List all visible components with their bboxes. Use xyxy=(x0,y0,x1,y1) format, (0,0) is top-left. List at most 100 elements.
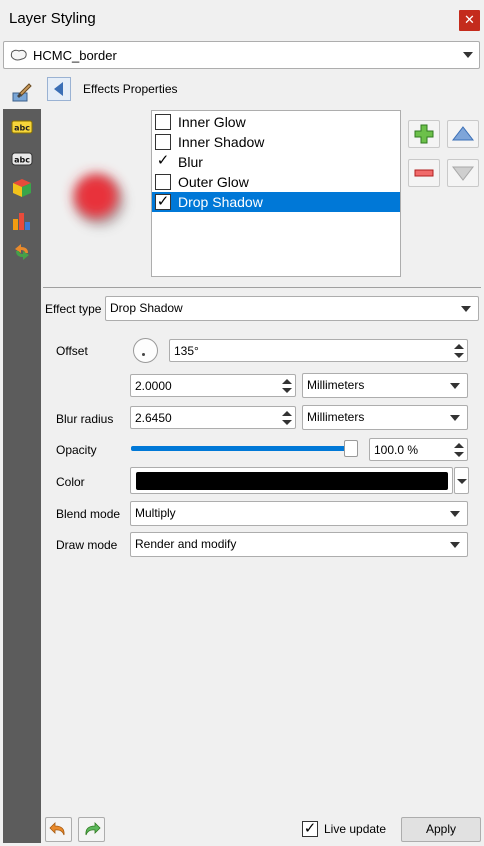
back-button[interactable] xyxy=(47,77,71,101)
chevron-down-icon xyxy=(450,511,460,517)
color-label: Color xyxy=(56,475,85,489)
spin-up-icon[interactable] xyxy=(282,411,292,416)
title-bar: Layer Styling ✕ xyxy=(0,0,484,38)
sidebar-item-diagrams[interactable] xyxy=(3,207,41,233)
layer-select[interactable]: HCMC_border xyxy=(3,41,480,69)
undo-icon xyxy=(49,822,65,836)
opacity-value: 100.0 % xyxy=(374,443,419,457)
redo-button[interactable] xyxy=(78,817,105,842)
live-update-label: Live update xyxy=(324,822,387,836)
spin-down-icon[interactable] xyxy=(282,420,292,425)
diagram-icon xyxy=(13,213,30,230)
color-button[interactable] xyxy=(130,467,453,494)
offset-distance-value: 2.0000 xyxy=(135,379,172,393)
move-down-button[interactable] xyxy=(447,159,479,187)
symbology-brush-icon xyxy=(12,83,32,102)
chevron-down-icon xyxy=(450,383,460,389)
effect-checkbox[interactable] xyxy=(155,114,171,130)
blend-mode-select[interactable]: Multiply xyxy=(130,501,468,526)
section-divider xyxy=(43,287,481,288)
effect-checkbox[interactable]: ✓ xyxy=(155,153,171,170)
chevron-down-icon xyxy=(461,306,471,312)
effect-checkbox[interactable]: ✓ xyxy=(155,194,171,210)
effect-item-blur[interactable]: ✓ Blur xyxy=(152,152,400,172)
preview-dot xyxy=(74,174,118,218)
effects-properties-title: Effects Properties xyxy=(83,82,178,96)
color-swatch xyxy=(136,472,448,490)
plus-icon xyxy=(414,124,434,144)
polygon-layer-icon xyxy=(10,49,27,61)
effect-label: Blur xyxy=(178,154,203,170)
offset-unit-select[interactable]: Millimeters xyxy=(302,373,468,398)
effect-label: Inner Glow xyxy=(178,114,246,130)
svg-text:abc: abc xyxy=(14,124,30,133)
effect-item-outer-glow[interactable]: Outer Glow xyxy=(152,172,400,192)
spin-up-icon[interactable] xyxy=(454,344,464,349)
chevron-down-icon xyxy=(463,52,473,58)
blur-radius-value: 2.6450 xyxy=(135,411,172,425)
minus-icon xyxy=(414,169,434,177)
undo-button[interactable] xyxy=(45,817,72,842)
labels-abc-yellow-icon: abc xyxy=(11,120,33,134)
offset-unit-value: Millimeters xyxy=(307,378,365,392)
chevron-down-icon xyxy=(450,415,460,421)
spin-down-icon[interactable] xyxy=(454,452,464,457)
move-up-button[interactable] xyxy=(447,120,479,148)
effect-type-value: Drop Shadow xyxy=(110,301,183,315)
effect-item-drop-shadow[interactable]: ✓ Drop Shadow xyxy=(152,192,400,212)
effect-checkbox[interactable] xyxy=(155,134,171,150)
live-update-checkbox[interactable]: ✓ xyxy=(302,821,318,837)
offset-angle-spinbox[interactable]: 135° xyxy=(169,339,468,362)
layer-select-value: HCMC_border xyxy=(33,48,117,63)
opacity-spinbox[interactable]: 100.0 % xyxy=(369,438,468,461)
draw-mode-select[interactable]: Render and modify xyxy=(130,532,468,557)
effects-list: Inner Glow Inner Shadow ✓ Blur Outer Glo… xyxy=(151,110,401,277)
redo-icon xyxy=(85,822,101,836)
add-effect-button[interactable] xyxy=(408,120,440,148)
sidebar-item-symbology[interactable] xyxy=(3,76,41,109)
spin-down-icon[interactable] xyxy=(282,388,292,393)
sidebar-item-masks[interactable]: abc xyxy=(3,144,41,170)
sidebar-item-3d[interactable] xyxy=(3,175,41,201)
remove-effect-button[interactable] xyxy=(408,159,440,187)
back-arrow-icon xyxy=(54,82,63,96)
blur-unit-select[interactable]: Millimeters xyxy=(302,405,468,430)
arrow-up-icon xyxy=(451,126,475,141)
effect-type-select[interactable]: Drop Shadow xyxy=(105,296,479,321)
color-menu-button[interactable] xyxy=(454,467,469,494)
3d-cube-icon xyxy=(13,179,31,197)
blur-unit-value: Millimeters xyxy=(307,410,365,424)
opacity-slider[interactable] xyxy=(131,446,358,451)
offset-distance-spinbox[interactable]: 2.0000 xyxy=(130,374,296,397)
history-icon xyxy=(15,244,29,260)
chevron-down-icon xyxy=(457,479,467,484)
spin-up-icon[interactable] xyxy=(282,379,292,384)
spin-down-icon[interactable] xyxy=(454,353,464,358)
blend-mode-label: Blend mode xyxy=(56,507,121,521)
effect-label: Outer Glow xyxy=(178,174,249,190)
effect-label: Inner Shadow xyxy=(178,134,265,150)
close-button[interactable]: ✕ xyxy=(459,10,480,31)
effect-item-inner-shadow[interactable]: Inner Shadow xyxy=(152,132,400,152)
opacity-slider-fill xyxy=(131,446,358,451)
blur-radius-spinbox[interactable]: 2.6450 xyxy=(130,406,296,429)
svg-text:abc: abc xyxy=(14,156,30,165)
sidebar-item-history[interactable] xyxy=(3,239,41,265)
dial-indicator xyxy=(142,353,145,356)
opacity-label: Opacity xyxy=(56,443,97,457)
close-icon: ✕ xyxy=(464,12,475,27)
sidebar-item-labels[interactable]: abc xyxy=(3,112,41,138)
arrow-down-icon xyxy=(451,166,475,181)
draw-mode-value: Render and modify xyxy=(135,537,237,551)
apply-button[interactable]: Apply xyxy=(401,817,481,842)
angle-dial[interactable] xyxy=(133,338,158,363)
offset-label: Offset xyxy=(56,344,88,358)
opacity-slider-handle[interactable] xyxy=(344,440,358,457)
effect-item-inner-glow[interactable]: Inner Glow xyxy=(152,112,400,132)
effect-checkbox[interactable] xyxy=(155,174,171,190)
labels-abc-icon: abc xyxy=(11,152,33,166)
window-title: Layer Styling xyxy=(9,10,96,27)
chevron-down-icon xyxy=(450,542,460,548)
spin-up-icon[interactable] xyxy=(454,443,464,448)
offset-angle-value: 135° xyxy=(174,344,199,358)
